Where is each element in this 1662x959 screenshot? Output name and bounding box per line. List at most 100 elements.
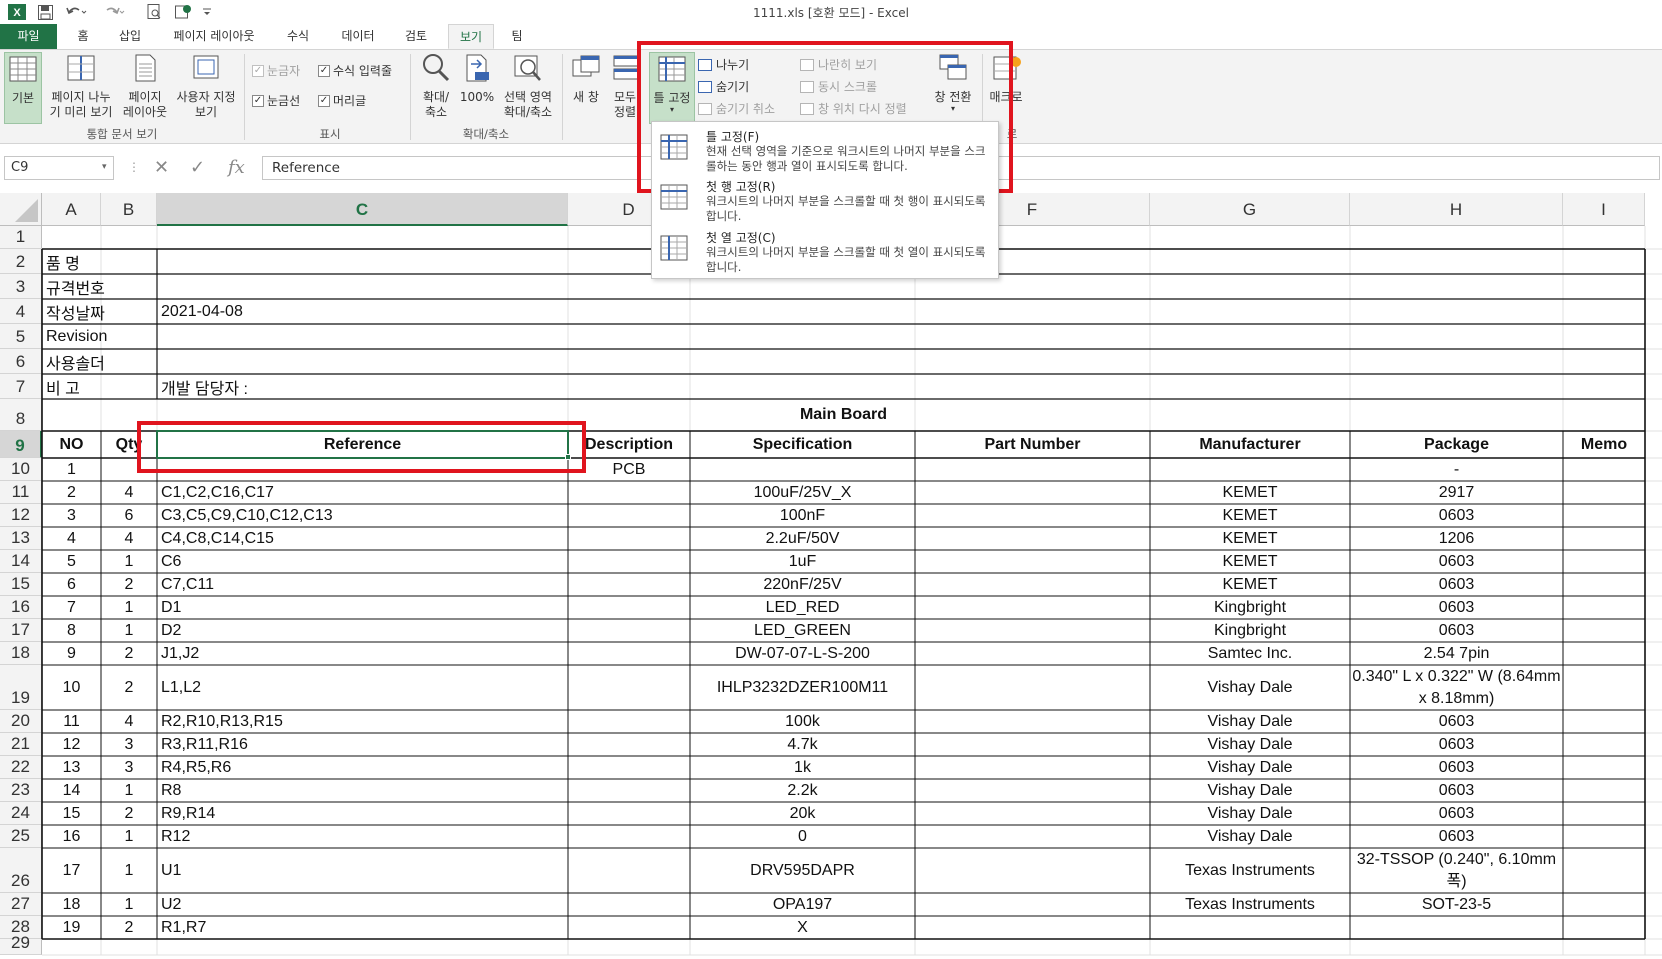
zoom-button[interactable]: 확대/ 축소	[416, 52, 456, 124]
table-cell[interactable]: L1,L2	[158, 666, 567, 709]
column-header-h[interactable]: H	[1350, 193, 1563, 226]
board-title-cell[interactable]: Main Board	[43, 400, 1644, 430]
table-cell[interactable]	[1564, 734, 1644, 755]
row-header[interactable]: 23	[0, 779, 42, 802]
table-cell[interactable]	[569, 757, 689, 778]
enter-icon[interactable]: ✓	[190, 157, 205, 178]
chevron-down-icon[interactable]: ▾	[102, 162, 107, 172]
menu-item-freeze-panes[interactable]: 틀 고정(F) 현재 선택 영역을 기준으로 워크시트의 나머지 부분을 스크롤…	[652, 124, 998, 174]
insert-function-icon[interactable]: fx	[228, 157, 245, 178]
table-cell[interactable]	[916, 734, 1149, 755]
row-header[interactable]: 17	[0, 619, 42, 642]
row-header[interactable]: 5	[0, 324, 42, 349]
table-cell[interactable]	[1151, 459, 1349, 480]
table-cell[interactable]: 1206	[1351, 528, 1562, 549]
tab-home[interactable]: 홈	[63, 24, 103, 49]
table-cell[interactable]: 3	[102, 757, 156, 778]
table-cell[interactable]	[1564, 894, 1644, 915]
table-cell[interactable]: 12	[43, 734, 100, 755]
table-cell[interactable]	[569, 780, 689, 801]
table-cell[interactable]	[916, 826, 1149, 847]
table-cell[interactable]	[916, 666, 1149, 709]
table-cell[interactable]: Vishay Dale	[1151, 734, 1349, 755]
info-label-cell[interactable]: 작성날짜	[43, 300, 156, 323]
tab-view[interactable]: 보기	[448, 24, 494, 49]
table-cell[interactable]: 2.2uF/50V	[691, 528, 914, 549]
row-header[interactable]: 15	[0, 573, 42, 596]
table-cell[interactable]	[1564, 917, 1644, 938]
table-header-reference[interactable]: Reference	[158, 432, 567, 457]
table-cell[interactable]: 2	[102, 643, 156, 664]
menu-item-freeze-top-row[interactable]: 첫 행 고정(R) 워크시트의 나머지 부분을 스크롤할 때 첫 행이 표시되도…	[652, 174, 998, 224]
table-header-description[interactable]: Description	[569, 432, 689, 457]
row-header[interactable]: 13	[0, 527, 42, 550]
table-cell[interactable]: 0.340" L x 0.322" W (8.64mm x 8.18mm)	[1351, 666, 1562, 709]
table-cell[interactable]	[1564, 528, 1644, 549]
table-cell[interactable]: 13	[43, 757, 100, 778]
table-cell[interactable]: 1	[102, 849, 156, 892]
table-cell[interactable]	[569, 894, 689, 915]
table-cell[interactable]: KEMET	[1151, 528, 1349, 549]
cancel-icon[interactable]: ✕	[154, 157, 169, 178]
table-cell[interactable]: 1uF	[691, 551, 914, 572]
row-header[interactable]: 21	[0, 733, 42, 756]
table-cell[interactable]: 2	[102, 574, 156, 595]
hide-button[interactable]: 숨기기	[698, 78, 749, 95]
table-cell[interactable]	[569, 505, 689, 526]
gridlines-checkbox[interactable]: ✓ 눈금선	[252, 92, 300, 109]
table-cell[interactable]	[569, 666, 689, 709]
table-cell[interactable]: C1,C2,C16,C17	[158, 482, 567, 503]
table-cell[interactable]: 4.7k	[691, 734, 914, 755]
table-cell[interactable]	[916, 757, 1149, 778]
table-cell[interactable]: 2	[43, 482, 100, 503]
table-cell[interactable]: LED_RED	[691, 597, 914, 618]
table-cell[interactable]	[1564, 505, 1644, 526]
table-cell[interactable]: 2	[102, 803, 156, 824]
table-cell[interactable]	[1564, 574, 1644, 595]
table-header-part-number[interactable]: Part Number	[916, 432, 1149, 457]
row-header[interactable]: 9	[0, 431, 42, 458]
table-cell[interactable]	[1564, 551, 1644, 572]
table-cell[interactable]: 9	[43, 643, 100, 664]
table-cell[interactable]: 0603	[1351, 574, 1562, 595]
table-cell[interactable]: Kingbright	[1151, 620, 1349, 641]
table-cell[interactable]: Kingbright	[1151, 597, 1349, 618]
page-break-preview-button[interactable]: 페이지 나누 기 미리 보기	[46, 52, 116, 124]
macros-button[interactable]: 매크로	[986, 52, 1026, 124]
table-cell[interactable]	[1351, 917, 1562, 938]
table-cell[interactable]	[569, 597, 689, 618]
table-cell[interactable]: Vishay Dale	[1151, 780, 1349, 801]
tab-page-layout[interactable]: 페이지 레이아웃	[162, 24, 266, 49]
table-cell[interactable]: 100k	[691, 711, 914, 732]
table-cell[interactable]: R9,R14	[158, 803, 567, 824]
table-cell[interactable]: KEMET	[1151, 574, 1349, 595]
table-cell[interactable]: 4	[102, 482, 156, 503]
table-cell[interactable]: Vishay Dale	[1151, 711, 1349, 732]
column-header-i[interactable]: I	[1563, 193, 1645, 226]
info-label-cell[interactable]: 규격번호	[43, 275, 156, 298]
table-cell[interactable]: KEMET	[1151, 482, 1349, 503]
table-cell[interactable]	[916, 459, 1149, 480]
table-cell[interactable]: 2917	[1351, 482, 1562, 503]
ruler-checkbox[interactable]: ✓ 눈금자	[252, 62, 300, 79]
table-cell[interactable]: 6	[102, 505, 156, 526]
unhide-button[interactable]: 숨기기 취소	[698, 100, 775, 117]
info-label-cell[interactable]: 사용솔더	[43, 350, 156, 373]
table-cell[interactable]	[1564, 597, 1644, 618]
table-cell[interactable]: U2	[158, 894, 567, 915]
table-cell[interactable]	[1564, 459, 1644, 480]
row-header[interactable]: 25	[0, 825, 42, 848]
table-cell[interactable]: 32-TSSOP (0.240", 6.10mm 폭)	[1351, 849, 1562, 892]
table-cell[interactable]: 0603	[1351, 757, 1562, 778]
tab-team[interactable]: 팀	[502, 24, 532, 49]
table-header-no[interactable]: NO	[43, 432, 100, 457]
table-cell[interactable]: OPA197	[691, 894, 914, 915]
table-cell[interactable]	[1564, 849, 1644, 892]
row-header[interactable]: 26	[0, 848, 42, 893]
table-cell[interactable]: C6	[158, 551, 567, 572]
table-cell[interactable]: KEMET	[1151, 505, 1349, 526]
table-cell[interactable]: DW-07-07-L-S-200	[691, 643, 914, 664]
row-header[interactable]: 27	[0, 893, 42, 916]
table-cell[interactable]: R2,R10,R13,R15	[158, 711, 567, 732]
table-cell[interactable]: 100uF/25V_X	[691, 482, 914, 503]
